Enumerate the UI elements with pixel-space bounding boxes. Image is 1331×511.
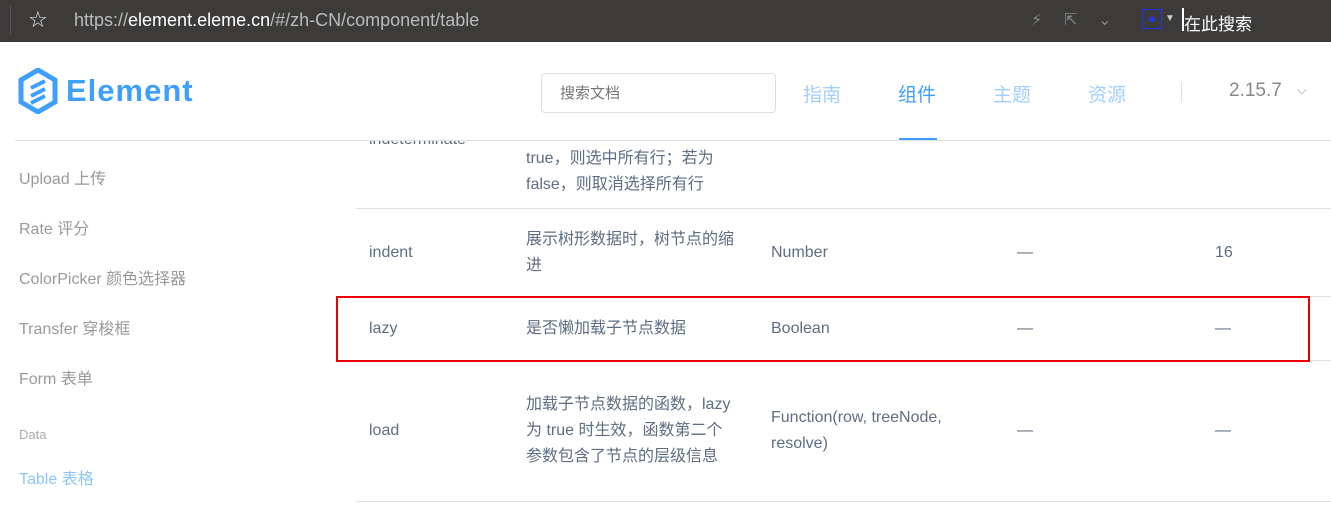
cell-default: 16 [1215, 243, 1233, 261]
table-row: indent 展示树形数据时，树节点的缩进 Number — 16 [356, 209, 1331, 297]
nav-guide[interactable]: 指南 [803, 80, 841, 107]
url-domain: element.eleme.cn [128, 10, 271, 30]
nav-theme[interactable]: 主题 [993, 80, 1031, 107]
cell-name: indent [369, 243, 413, 261]
cell-description: true，则选中所有行；若为 false，则取消选择所有行 [526, 150, 714, 193]
cell-options: — [1017, 243, 1033, 261]
nav-component[interactable]: 组件 [898, 80, 936, 107]
element-logo-icon [18, 68, 58, 114]
url-path: /#/zh-CN/component/table [270, 10, 480, 30]
cell-type: Number [771, 243, 828, 261]
sidebar-group-data: Data [19, 427, 47, 442]
cell-default: — [1215, 422, 1231, 439]
sidebar-item-form[interactable]: Form 表单 [19, 365, 93, 389]
highlight-box [336, 296, 1310, 362]
sidebar-item-transfer[interactable]: Transfer 穿梭框 [19, 315, 130, 339]
paw-search-engine-icon[interactable]: ● [1142, 9, 1162, 29]
sidebar-item-table[interactable]: Table 表格 [19, 465, 94, 489]
sidebar-item-upload[interactable]: Upload 上传 [19, 165, 106, 189]
bookmark-star-icon[interactable]: ☆ [28, 7, 48, 33]
version-select[interactable]: 2.15.7 [1229, 80, 1282, 102]
logo[interactable]: Element [18, 68, 194, 114]
divider [1181, 82, 1182, 102]
cell-name: load [369, 422, 400, 439]
divider [10, 6, 11, 34]
browser-toolbar: ☆ https://element.eleme.cn/#/zh-CN/compo… [0, 0, 1331, 42]
nav-resource[interactable]: 资源 [1088, 80, 1126, 107]
chevron-down-icon[interactable]: ⌄ [1098, 10, 1111, 30]
cell-description: 加载子节点数据的函数，lazy 为 true 时生效，函数第二个参数包含了节点的… [526, 396, 731, 465]
header-divider [15, 140, 1331, 141]
share-icon[interactable]: ⇱ [1064, 10, 1077, 30]
sidebar-item-colorpicker[interactable]: ColorPicker 颜色选择器 [19, 265, 186, 289]
chevron-down-icon[interactable]: ⌵ [1297, 82, 1307, 98]
caret-down-icon[interactable]: ▼ [1165, 13, 1175, 24]
doc-search-input[interactable] [541, 73, 776, 113]
browser-search-input[interactable]: 在此搜索 [1184, 10, 1252, 35]
table-row: load 加载子节点数据的函数，lazy 为 true 时生效，函数第二个参数包… [356, 361, 1331, 502]
lightning-icon[interactable]: ⚡ [1031, 10, 1042, 30]
sidebar-item-rate[interactable]: Rate 评分 [19, 215, 89, 239]
cell-description: 展示树形数据时，树节点的缩进 [526, 230, 735, 274]
address-bar[interactable]: https://element.eleme.cn/#/zh-CN/compone… [74, 10, 479, 31]
cell-type: Function(row, treeNode, resolve) [771, 409, 942, 452]
site-header: Element 指南 组件 主题 资源 2.15.7 ⌵ [0, 42, 1331, 141]
logo-text: Element [66, 73, 194, 108]
cell-options: — [1017, 422, 1033, 439]
url-prefix: https:// [74, 10, 129, 30]
